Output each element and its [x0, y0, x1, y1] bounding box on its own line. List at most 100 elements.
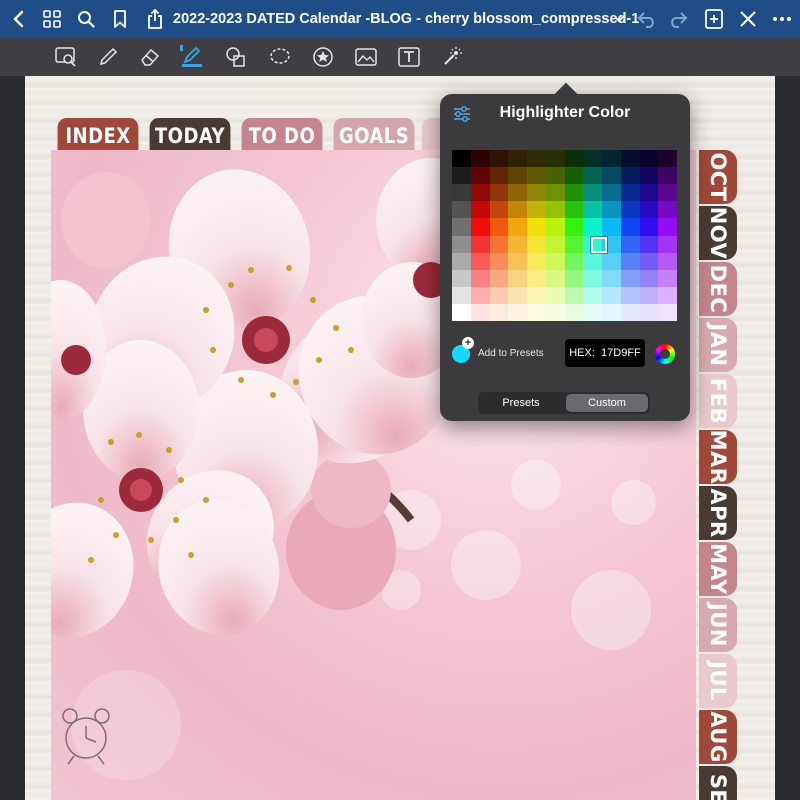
color-cell[interactable] [545, 218, 565, 236]
sticker-icon[interactable] [311, 45, 335, 69]
color-cell[interactable] [527, 235, 546, 253]
color-cell[interactable] [508, 184, 527, 202]
color-cell[interactable] [508, 303, 527, 321]
color-cell[interactable] [452, 167, 471, 185]
color-cell[interactable] [602, 269, 621, 287]
month-tab-dec[interactable]: DEC [699, 262, 737, 316]
color-cell[interactable] [583, 252, 602, 270]
color-cell[interactable] [620, 201, 640, 219]
color-cell[interactable] [508, 235, 527, 253]
month-tab-feb[interactable]: FEB [699, 374, 737, 428]
color-cell[interactable] [658, 167, 677, 185]
month-tab-sep[interactable]: SEP [699, 766, 737, 800]
color-cell[interactable] [658, 235, 677, 253]
color-cell[interactable] [508, 201, 527, 219]
color-cell[interactable] [620, 184, 640, 202]
month-tab-jul[interactable]: JUL [699, 654, 737, 708]
color-cell[interactable] [602, 218, 621, 236]
color-cell[interactable] [564, 269, 584, 287]
color-cell[interactable] [470, 303, 490, 321]
color-cell[interactable] [527, 218, 546, 236]
color-cell[interactable] [658, 150, 677, 168]
highlighter-icon[interactable] [180, 45, 204, 69]
color-cell[interactable] [583, 184, 602, 202]
color-cell[interactable] [564, 235, 584, 253]
color-cell[interactable] [545, 235, 565, 253]
color-cell[interactable] [508, 269, 527, 287]
color-cell[interactable] [602, 167, 621, 185]
color-cell[interactable] [564, 303, 584, 321]
month-tab-jun[interactable]: JUN [699, 598, 737, 652]
color-cell[interactable] [470, 235, 490, 253]
color-cell[interactable] [583, 269, 602, 287]
color-cell[interactable] [545, 184, 565, 202]
color-cell[interactable] [470, 286, 490, 304]
color-cell[interactable] [620, 235, 640, 253]
color-cell[interactable] [545, 167, 565, 185]
color-cell[interactable] [489, 235, 509, 253]
color-cell[interactable] [583, 150, 602, 168]
color-cell[interactable] [620, 303, 640, 321]
color-cell[interactable] [527, 286, 546, 304]
color-cell[interactable] [602, 184, 621, 202]
color-cell[interactable] [527, 252, 546, 270]
eraser-icon[interactable] [138, 45, 162, 69]
color-cell[interactable] [620, 252, 640, 270]
color-cell[interactable] [639, 252, 659, 270]
color-cell[interactable] [527, 269, 546, 287]
color-cell[interactable] [452, 303, 471, 321]
color-cell[interactable] [658, 218, 677, 236]
tab-goals[interactable]: GOALS [333, 118, 415, 152]
color-cell[interactable] [508, 150, 527, 168]
color-cell[interactable] [602, 286, 621, 304]
color-cell[interactable] [620, 150, 640, 168]
color-cell[interactable] [452, 252, 471, 270]
color-cell[interactable] [564, 167, 584, 185]
color-cell[interactable] [583, 218, 602, 236]
color-cell[interactable] [620, 286, 640, 304]
color-cell[interactable] [639, 150, 659, 168]
color-cell[interactable] [527, 150, 546, 168]
color-cell[interactable] [470, 184, 490, 202]
color-cell[interactable] [470, 252, 490, 270]
color-cell[interactable] [620, 167, 640, 185]
color-cell[interactable] [564, 252, 584, 270]
color-cell[interactable] [658, 252, 677, 270]
color-cell[interactable] [452, 235, 471, 253]
color-cell[interactable] [564, 218, 584, 236]
add-page-icon[interactable] [702, 7, 726, 31]
month-tab-jan[interactable]: JAN [699, 318, 737, 372]
color-cell[interactable] [583, 167, 602, 185]
text-icon[interactable] [397, 45, 421, 69]
month-tab-oct[interactable]: OCT [699, 150, 737, 204]
grid-icon[interactable] [40, 7, 64, 31]
color-cell[interactable] [658, 303, 677, 321]
color-cell[interactable] [508, 167, 527, 185]
plus-icon[interactable]: + [462, 337, 474, 349]
shapes-icon[interactable] [224, 45, 248, 69]
color-cell[interactable] [489, 286, 509, 304]
color-cell[interactable] [564, 286, 584, 304]
color-cell[interactable] [489, 150, 509, 168]
color-cell[interactable] [508, 286, 527, 304]
color-cell[interactable] [489, 252, 509, 270]
tab-to-do[interactable]: TO DO [241, 118, 323, 152]
tab-index[interactable]: INDEX [57, 118, 139, 152]
image-icon[interactable] [354, 45, 378, 69]
color-cell[interactable] [527, 167, 546, 185]
color-cell[interactable] [527, 184, 546, 202]
custom-tab[interactable]: Custom [566, 394, 648, 412]
presets-tab[interactable]: Presets [480, 394, 562, 412]
color-cell[interactable] [564, 184, 584, 202]
color-cell[interactable] [602, 303, 621, 321]
color-cell[interactable] [620, 218, 640, 236]
color-cell[interactable] [489, 218, 509, 236]
laser-pointer-icon[interactable] [440, 45, 464, 69]
color-grid[interactable] [452, 150, 677, 321]
color-cell[interactable] [583, 201, 602, 219]
color-cell[interactable] [489, 201, 509, 219]
color-cell[interactable] [452, 201, 471, 219]
month-tab-nov[interactable]: NOV [699, 206, 737, 260]
lasso-icon[interactable] [268, 45, 292, 69]
month-tab-apr[interactable]: APR [699, 486, 737, 540]
